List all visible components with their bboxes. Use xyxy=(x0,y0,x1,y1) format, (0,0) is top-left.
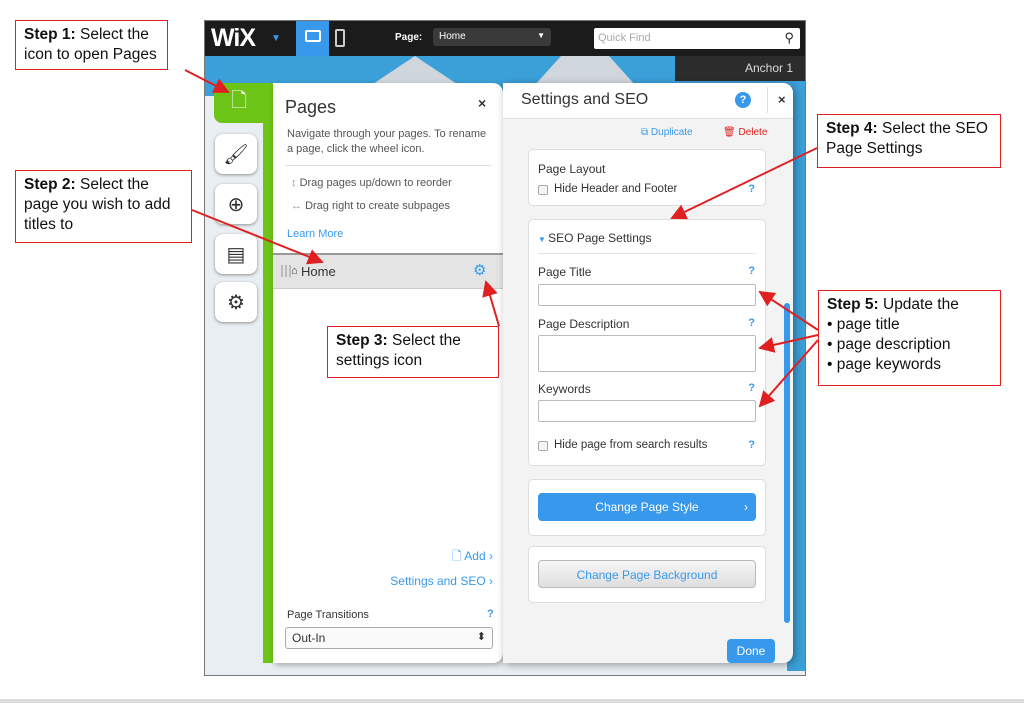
arrow-step-5-title xyxy=(758,290,819,331)
arrow-step-5-description xyxy=(758,334,819,353)
divider xyxy=(0,699,1024,703)
arrow-step-3 xyxy=(482,280,500,327)
arrow-step-1 xyxy=(184,69,230,93)
arrow-step-2 xyxy=(191,209,324,265)
annotation-arrows xyxy=(184,69,819,408)
arrow-step-4 xyxy=(670,147,818,220)
arrow-step-5-keywords xyxy=(758,339,819,408)
